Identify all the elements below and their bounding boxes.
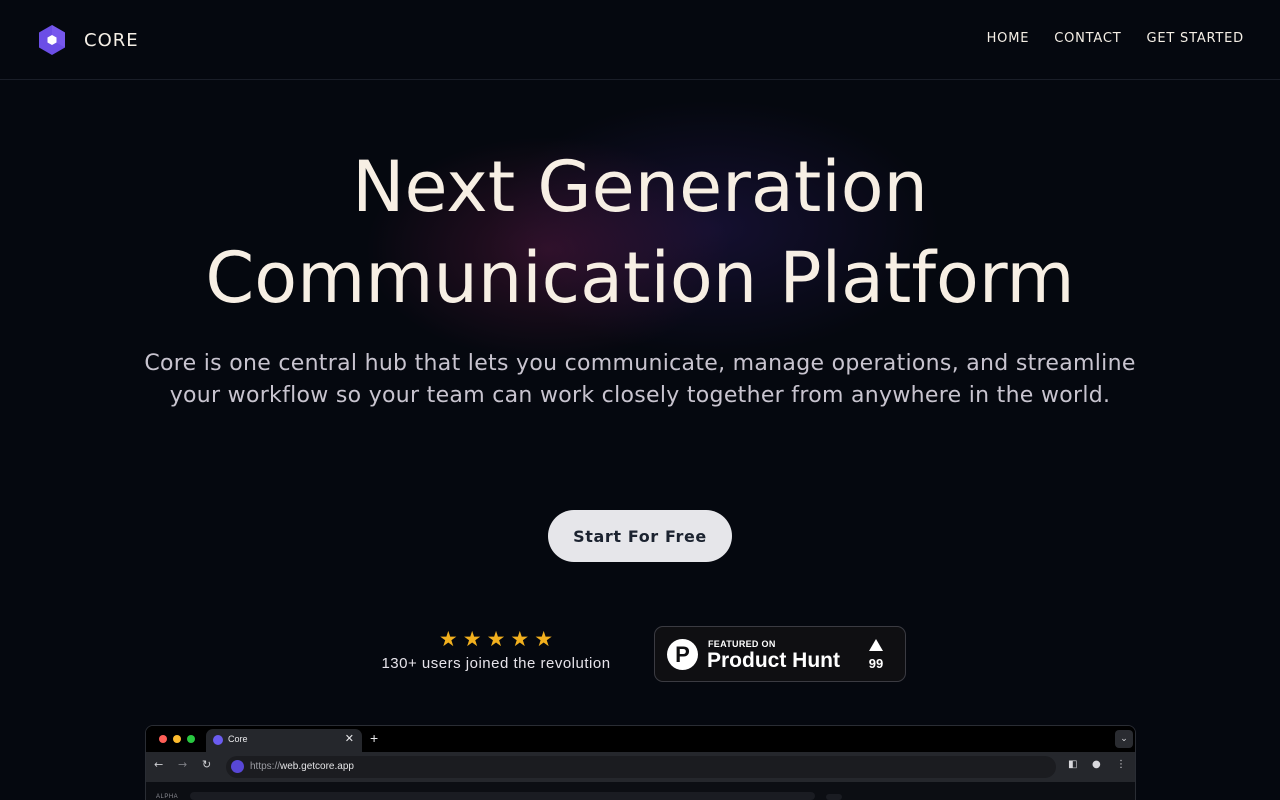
browser-mockup: Core ✕ + ⌄ ← → ↻ https://web.getcore.app… xyxy=(145,725,1136,800)
maximize-window-dot[interactable] xyxy=(187,735,195,743)
nav-link-get-started[interactable]: GET STARTED xyxy=(1147,31,1245,46)
reload-icon[interactable]: ↻ xyxy=(202,758,211,771)
url-protocol: https:// xyxy=(250,761,281,772)
site-info-icon[interactable] xyxy=(231,760,244,773)
user-rating: ★ ★ ★ ★ ★ 130+ users joined the revoluti… xyxy=(370,628,622,672)
chevron-down-icon[interactable]: ⌄ xyxy=(1115,730,1133,748)
star-icon: ★ xyxy=(534,627,554,651)
close-icon[interactable]: ✕ xyxy=(345,732,354,745)
logo[interactable]: CORE xyxy=(38,24,139,56)
hero-subtitle: Core is one central hub that lets you co… xyxy=(144,351,1136,408)
nav-links: HOME CONTACT GET STARTED xyxy=(987,31,1244,46)
app-search-bar xyxy=(190,792,815,800)
star-icon: ★ xyxy=(462,627,482,651)
product-hunt-featured-label: FEATURED ON xyxy=(708,639,776,649)
product-hunt-badge[interactable]: P FEATURED ON Product Hunt 99 xyxy=(654,626,906,682)
app-preview: ALPHA xyxy=(146,782,1135,800)
kebab-menu-icon[interactable]: ⋮ xyxy=(1116,759,1126,770)
favicon-icon xyxy=(213,735,223,745)
sidebar-icon[interactable]: ◧ xyxy=(1068,759,1077,770)
star-icon: ★ xyxy=(510,627,530,651)
brand-name: CORE xyxy=(84,29,139,51)
new-tab-icon[interactable]: + xyxy=(370,730,378,746)
address-url: https://web.getcore.app xyxy=(250,761,354,772)
product-hunt-votes: 99 xyxy=(868,656,884,671)
star-icon: ★ xyxy=(486,627,506,651)
close-window-dot[interactable] xyxy=(159,735,167,743)
upvote-arrow-icon xyxy=(869,639,883,651)
product-hunt-logo-icon: P xyxy=(667,639,698,670)
product-hunt-name: Product Hunt xyxy=(707,649,840,672)
minimize-window-dot[interactable] xyxy=(173,735,181,743)
nav-link-contact[interactable]: CONTACT xyxy=(1054,31,1121,46)
alpha-label: ALPHA xyxy=(156,794,179,800)
nav-link-home[interactable]: HOME xyxy=(987,31,1030,46)
tab-title: Core xyxy=(228,734,248,744)
browser-toolbar: ← → ↻ https://web.getcore.app ◧ ● ⋮ xyxy=(146,752,1135,782)
hero-title: Next Generation Communication Platform xyxy=(0,142,1280,324)
hero-title-line2: Communication Platform xyxy=(205,237,1075,319)
hero-title-line1: Next Generation xyxy=(352,146,928,228)
top-nav: CORE HOME CONTACT GET STARTED xyxy=(0,0,1280,80)
forward-arrow-icon[interactable]: → xyxy=(178,758,187,771)
star-rating: ★ ★ ★ ★ ★ xyxy=(370,628,622,650)
app-control xyxy=(826,794,842,800)
address-bar[interactable]: https://web.getcore.app xyxy=(226,756,1056,778)
rating-text: 130+ users joined the revolution xyxy=(381,655,611,672)
browser-tab[interactable]: Core ✕ xyxy=(206,729,362,752)
start-for-free-button[interactable]: Start For Free xyxy=(548,510,732,562)
back-arrow-icon[interactable]: ← xyxy=(154,758,163,771)
browser-tab-bar: Core ✕ + ⌄ xyxy=(146,726,1135,752)
star-icon: ★ xyxy=(438,627,458,651)
profile-icon[interactable]: ● xyxy=(1092,759,1101,770)
hexagon-logo-icon xyxy=(39,25,65,55)
url-host: web.getcore.app xyxy=(280,761,354,772)
